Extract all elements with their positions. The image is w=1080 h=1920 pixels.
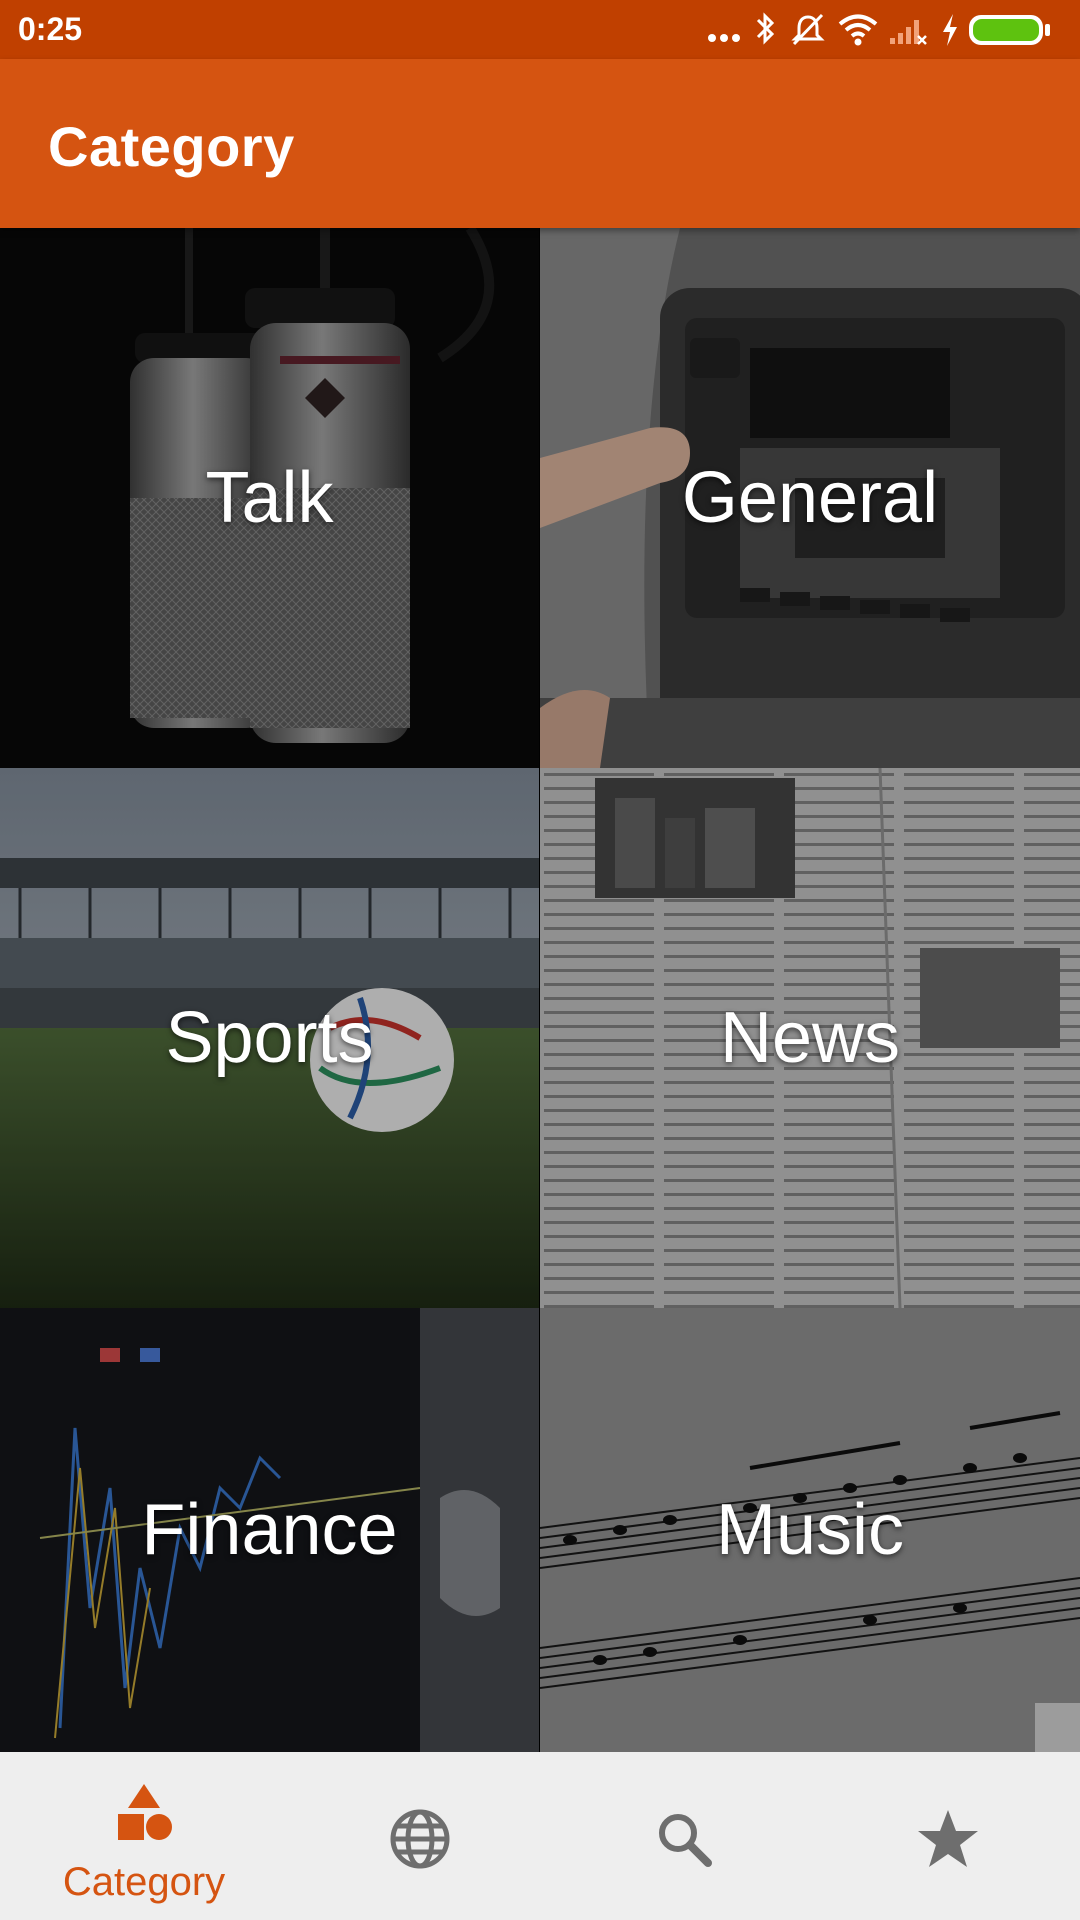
vibrate-off-icon: [791, 13, 825, 46]
battery-icon: [969, 15, 1050, 45]
category-tile-general[interactable]: General: [540, 228, 1080, 768]
category-grid: Talk General Sports News Finance Music: [0, 228, 1080, 1752]
bottom-navigation: Category: [0, 1752, 1080, 1920]
star-icon: [918, 1810, 978, 1867]
nav-item-favorites[interactable]: [813, 1752, 1080, 1920]
nav-item-category[interactable]: Category: [9, 1752, 279, 1920]
globe-icon: [390, 1809, 450, 1869]
search-icon: [659, 1814, 712, 1867]
no-signal-icon: [890, 20, 927, 45]
category-tile-news[interactable]: News: [540, 768, 1080, 1308]
category-label: Sports: [165, 998, 374, 1078]
category-label: Music: [715, 1490, 904, 1570]
wifi-icon: [838, 14, 878, 46]
page-title: Category: [48, 115, 295, 178]
category-tile-finance[interactable]: Finance: [0, 1308, 539, 1752]
nav-item-search[interactable]: [549, 1752, 819, 1920]
more-dots-icon: [708, 34, 740, 42]
category-shapes-icon: [118, 1784, 172, 1840]
nav-label-category: Category: [62, 1860, 226, 1904]
category-tile-talk[interactable]: Talk: [0, 228, 539, 768]
bluetooth-icon: [756, 12, 775, 45]
category-label: Talk: [205, 458, 334, 538]
app-bar: Category: [0, 59, 1080, 228]
status-time: 0:25: [18, 11, 83, 47]
category-tile-music[interactable]: Music: [540, 1308, 1080, 1752]
nav-item-explore[interactable]: [285, 1752, 555, 1920]
charging-bolt-icon: [943, 14, 957, 46]
status-icons: [706, 10, 1066, 50]
status-bar: 0:25: [0, 0, 1080, 59]
category-tile-sports[interactable]: Sports: [0, 768, 539, 1308]
category-label: General: [681, 458, 939, 538]
category-label: News: [719, 998, 901, 1078]
category-label: Finance: [141, 1490, 398, 1570]
